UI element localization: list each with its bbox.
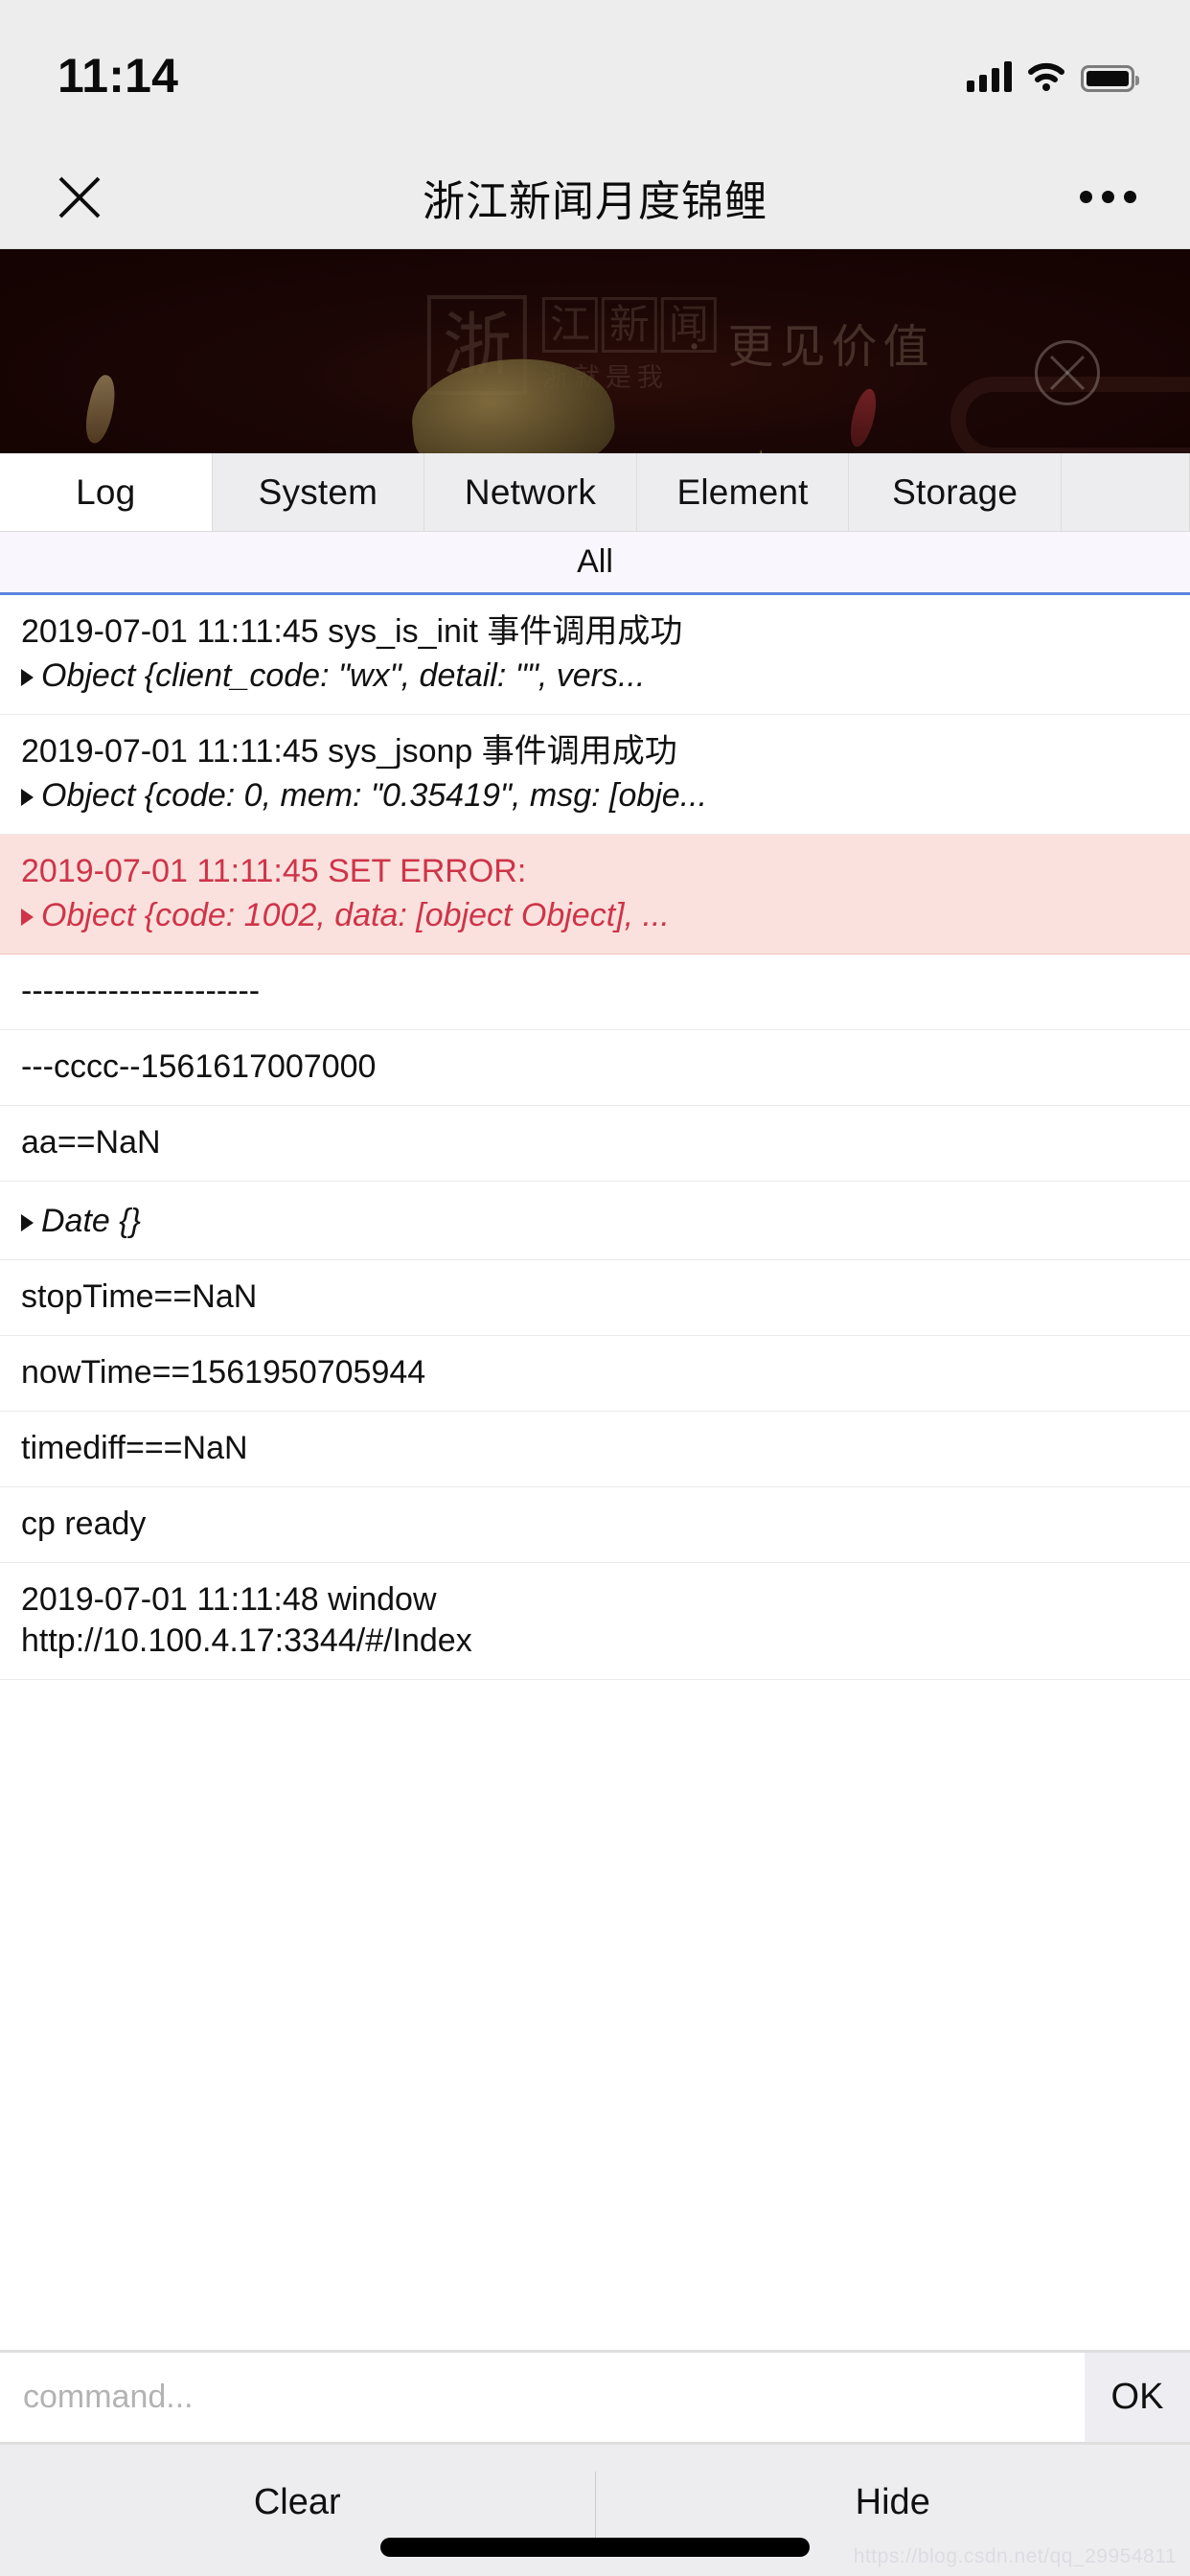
command-input[interactable] bbox=[0, 2353, 1085, 2442]
command-bar: OK bbox=[0, 2350, 1190, 2442]
logo-char-1: 江 bbox=[541, 296, 598, 353]
page-title: 浙江新闻月度锦鲤 bbox=[423, 177, 767, 225]
log-filter-bar[interactable]: All bbox=[0, 532, 1190, 595]
log-row[interactable]: 2019-07-01 11:11:45 sys_jsonp 事件调用成功 Obje… bbox=[0, 715, 1190, 835]
tab-element-label: Element bbox=[676, 472, 809, 512]
tab-system-label: System bbox=[258, 472, 378, 512]
expand-caret-icon[interactable] bbox=[21, 908, 34, 926]
log-row-message: ---cccc--1561617007000 bbox=[21, 1048, 377, 1085]
log-row[interactable]: cp ready bbox=[0, 1487, 1190, 1563]
ribbon-decoration bbox=[80, 372, 122, 447]
log-row-message: 2019-07-01 11:11:45 sys_is_init 事件调用成功 bbox=[21, 613, 683, 650]
log-row[interactable]: stopTime==NaN bbox=[0, 1260, 1190, 1336]
tab-log-label: Log bbox=[76, 472, 136, 512]
tab-network-label: Network bbox=[464, 472, 597, 512]
log-row[interactable]: 2019-07-01 11:11:45 sys_is_init 事件调用成功 Ob… bbox=[0, 595, 1190, 715]
log-row-message: 2019-07-01 11:11:45 SET ERROR: bbox=[21, 853, 527, 889]
log-row-object[interactable]: Date {} bbox=[21, 1200, 1169, 1242]
log-row-message: aa==NaN bbox=[21, 1124, 161, 1161]
log-row[interactable]: ---------------------- bbox=[0, 954, 1190, 1030]
log-row-message: 2019-07-01 11:11:48 window http://10.100.… bbox=[21, 1581, 472, 1659]
log-row-message: timediff===NaN bbox=[21, 1430, 248, 1466]
log-filter-label: All bbox=[577, 543, 613, 580]
expand-caret-icon[interactable] bbox=[21, 669, 34, 686]
tab-system[interactable]: System bbox=[212, 453, 425, 531]
log-row[interactable]: 2019-07-01 11:11:48 window http://10.100.… bbox=[0, 1563, 1190, 1680]
tab-storage[interactable]: Storage bbox=[849, 453, 1062, 531]
log-row-error[interactable]: 2019-07-01 11:11:45 SET ERROR: Object {co… bbox=[0, 835, 1190, 954]
status-bar: 11:14 bbox=[0, 0, 1190, 146]
home-indicator[interactable] bbox=[380, 2538, 810, 2557]
wifi-icon bbox=[1027, 61, 1065, 92]
expand-caret-icon[interactable] bbox=[21, 789, 34, 806]
log-row-object-text: Object {client_code: "wx", detail: "", v… bbox=[41, 657, 646, 694]
logo-char-2: 新 bbox=[601, 296, 657, 353]
watermark-text: https://blog.csdn.net/qq_29954811 bbox=[853, 2545, 1177, 2567]
log-row-message: nowTime==1561950705944 bbox=[21, 1354, 426, 1391]
log-row-object-text: Object {code: 1002, data: [object Object… bbox=[41, 897, 670, 933]
log-row[interactable]: nowTime==1561950705944 bbox=[0, 1336, 1190, 1412]
log-row[interactable]: aa==NaN bbox=[0, 1106, 1190, 1182]
battery-icon bbox=[1081, 65, 1139, 92]
tab-log[interactable]: Log bbox=[0, 453, 213, 531]
log-row[interactable]: ---cccc--1561617007000 bbox=[0, 1030, 1190, 1106]
log-list[interactable]: 2019-07-01 11:11:45 sys_is_init 事件调用成功 Ob… bbox=[0, 595, 1190, 2350]
status-bar-icons bbox=[967, 61, 1139, 92]
phone-screen: 11:14 浙江新闻月度锦鲤 浙 江 新 闻 浙就是我 · 更见价值 Log S… bbox=[0, 0, 1190, 2576]
log-row-message: stopTime==NaN bbox=[21, 1278, 258, 1315]
expand-caret-icon[interactable] bbox=[21, 1214, 34, 1231]
banner-close-icon[interactable] bbox=[1035, 340, 1100, 405]
banner-image: 浙 江 新 闻 浙就是我 · 更见价值 ★ bbox=[0, 249, 1190, 453]
log-row-object[interactable]: Object {code: 1002, data: [object Object… bbox=[21, 894, 1169, 936]
log-row[interactable]: timediff===NaN bbox=[0, 1412, 1190, 1487]
tab-element[interactable]: Element bbox=[636, 453, 850, 531]
log-row[interactable]: Date {} bbox=[0, 1182, 1190, 1260]
log-row-object[interactable]: Object {code: 0, mem: "0.35419", msg: [o… bbox=[21, 774, 1169, 816]
nav-bar: 浙江新闻月度锦鲤 bbox=[0, 146, 1190, 249]
logo-slogan: · 更见价值 bbox=[687, 320, 935, 374]
red-ribbon-decoration bbox=[844, 386, 882, 449]
tab-overflow-slot[interactable] bbox=[1061, 453, 1190, 531]
log-row-message: cp ready bbox=[21, 1506, 147, 1542]
log-row-message: ---------------------- bbox=[21, 973, 261, 1009]
command-ok-button[interactable]: OK bbox=[1085, 2353, 1190, 2442]
log-row-object-text: Object {code: 0, mem: "0.35419", msg: [o… bbox=[41, 777, 708, 814]
status-bar-time: 11:14 bbox=[57, 49, 179, 103]
signal-bars-icon bbox=[967, 61, 1012, 92]
devtools-tab-bar: Log System Network Element Storage bbox=[0, 453, 1190, 532]
tab-storage-label: Storage bbox=[892, 472, 1018, 512]
log-row-object[interactable]: Object {client_code: "wx", detail: "", v… bbox=[21, 655, 1169, 697]
tab-network[interactable]: Network bbox=[424, 453, 637, 531]
log-row-object-text: Date {} bbox=[41, 1203, 141, 1239]
log-row-message: 2019-07-01 11:11:45 sys_jsonp 事件调用成功 bbox=[21, 733, 677, 770]
devtools-action-bar: Clear Hide https://blog.csdn.net/qq_2995… bbox=[0, 2442, 1190, 2576]
